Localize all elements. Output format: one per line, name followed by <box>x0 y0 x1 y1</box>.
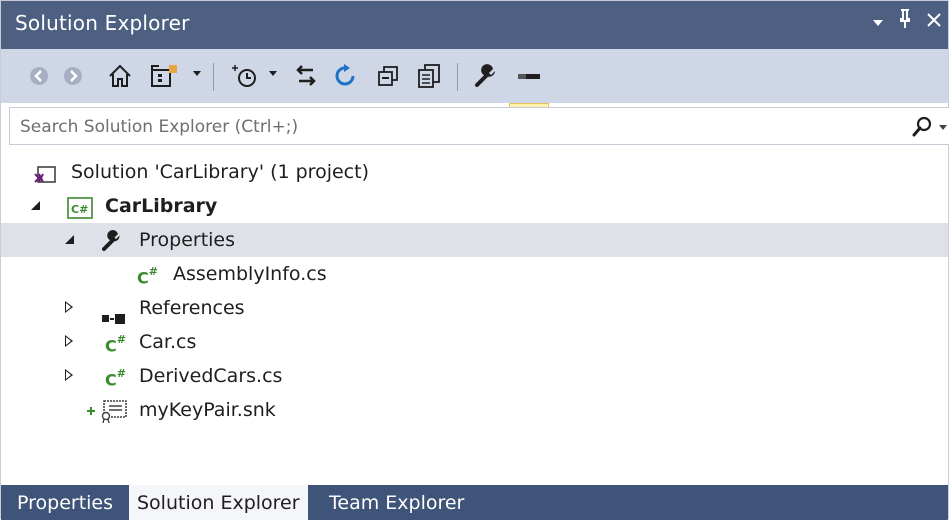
car-label: Car.cs <box>139 331 197 353</box>
preview-icon[interactable] <box>513 61 545 91</box>
assemblyinfo-label: AssemblyInfo.cs <box>173 263 327 285</box>
switch-views-icon[interactable] <box>147 61 181 91</box>
csharp-file-icon: C# <box>105 333 126 356</box>
tree-item-solution[interactable]: Solution 'CarLibrary' (1 project) <box>1 155 948 189</box>
tab-team-explorer[interactable]: Team Explorer <box>321 485 472 520</box>
collapse-arrow-icon[interactable] <box>65 235 74 244</box>
toolbar <box>1 49 948 145</box>
tree-item-assemblyinfo[interactable]: C# AssemblyInfo.cs <box>1 257 948 291</box>
certificate-icon <box>99 399 129 434</box>
solution-explorer-window: Solution Explorer Search Solution Explor… <box>0 0 949 520</box>
title-controls <box>872 9 942 37</box>
search-icon[interactable] <box>911 116 933 142</box>
properties-label: Properties <box>139 229 236 251</box>
expand-arrow-icon[interactable] <box>65 369 73 381</box>
refresh-icon[interactable] <box>331 61 361 91</box>
tree-item-properties[interactable]: Properties <box>1 223 948 257</box>
pin-icon[interactable] <box>898 9 912 37</box>
added-file-plus-icon <box>85 397 97 434</box>
switch-views-dropdown-icon[interactable] <box>193 71 201 76</box>
search-box <box>9 107 949 145</box>
window-title: Solution Explorer <box>15 11 190 35</box>
csharp-file-icon: C# <box>105 367 126 390</box>
collapse-all-icon[interactable] <box>373 61 403 91</box>
toolbar-separator <box>213 63 214 91</box>
tree-item-car[interactable]: C# Car.cs <box>1 325 948 359</box>
solution-tree: Solution 'CarLibrary' (1 project) C# Car… <box>1 153 948 483</box>
show-all-files-icon[interactable] <box>413 61 445 91</box>
forward-icon[interactable] <box>59 61 87 91</box>
collapse-arrow-icon[interactable] <box>31 201 40 210</box>
pending-changes-dropdown-icon[interactable] <box>269 71 277 76</box>
references-label: References <box>139 297 245 319</box>
search-options-dropdown-icon[interactable] <box>939 125 947 130</box>
tree-item-project[interactable]: C# CarLibrary <box>1 189 948 223</box>
title-bar: Solution Explorer <box>1 1 948 49</box>
expand-arrow-icon[interactable] <box>65 301 73 313</box>
tree-item-keypair[interactable]: myKeyPair.snk <box>1 393 948 427</box>
tree-item-derivedcars[interactable]: C# DerivedCars.cs <box>1 359 948 393</box>
home-icon[interactable] <box>105 61 135 91</box>
tree-item-references[interactable]: References <box>1 291 948 325</box>
pending-changes-icon[interactable] <box>229 61 263 91</box>
derivedcars-label: DerivedCars.cs <box>139 365 283 387</box>
sync-icon[interactable] <box>291 61 321 91</box>
svg-text:C#: C# <box>71 203 88 216</box>
keypair-label: myKeyPair.snk <box>139 399 276 421</box>
wrench-icon[interactable] <box>471 61 501 91</box>
csharp-file-icon: C# <box>137 265 158 288</box>
solution-label: Solution 'CarLibrary' (1 project) <box>71 161 369 183</box>
close-icon[interactable] <box>926 10 942 36</box>
expand-arrow-icon[interactable] <box>65 335 73 347</box>
project-label: CarLibrary <box>105 195 218 217</box>
tab-solution-explorer[interactable]: Solution Explorer <box>129 485 308 520</box>
tab-properties[interactable]: Properties <box>9 485 121 520</box>
search-input[interactable] <box>20 115 880 139</box>
toolbar-separator <box>457 63 458 91</box>
tool-window-tabs: Properties Solution Explorer Team Explor… <box>1 485 948 520</box>
back-icon[interactable] <box>25 61 53 91</box>
window-position-dropdown-icon[interactable] <box>872 10 884 36</box>
